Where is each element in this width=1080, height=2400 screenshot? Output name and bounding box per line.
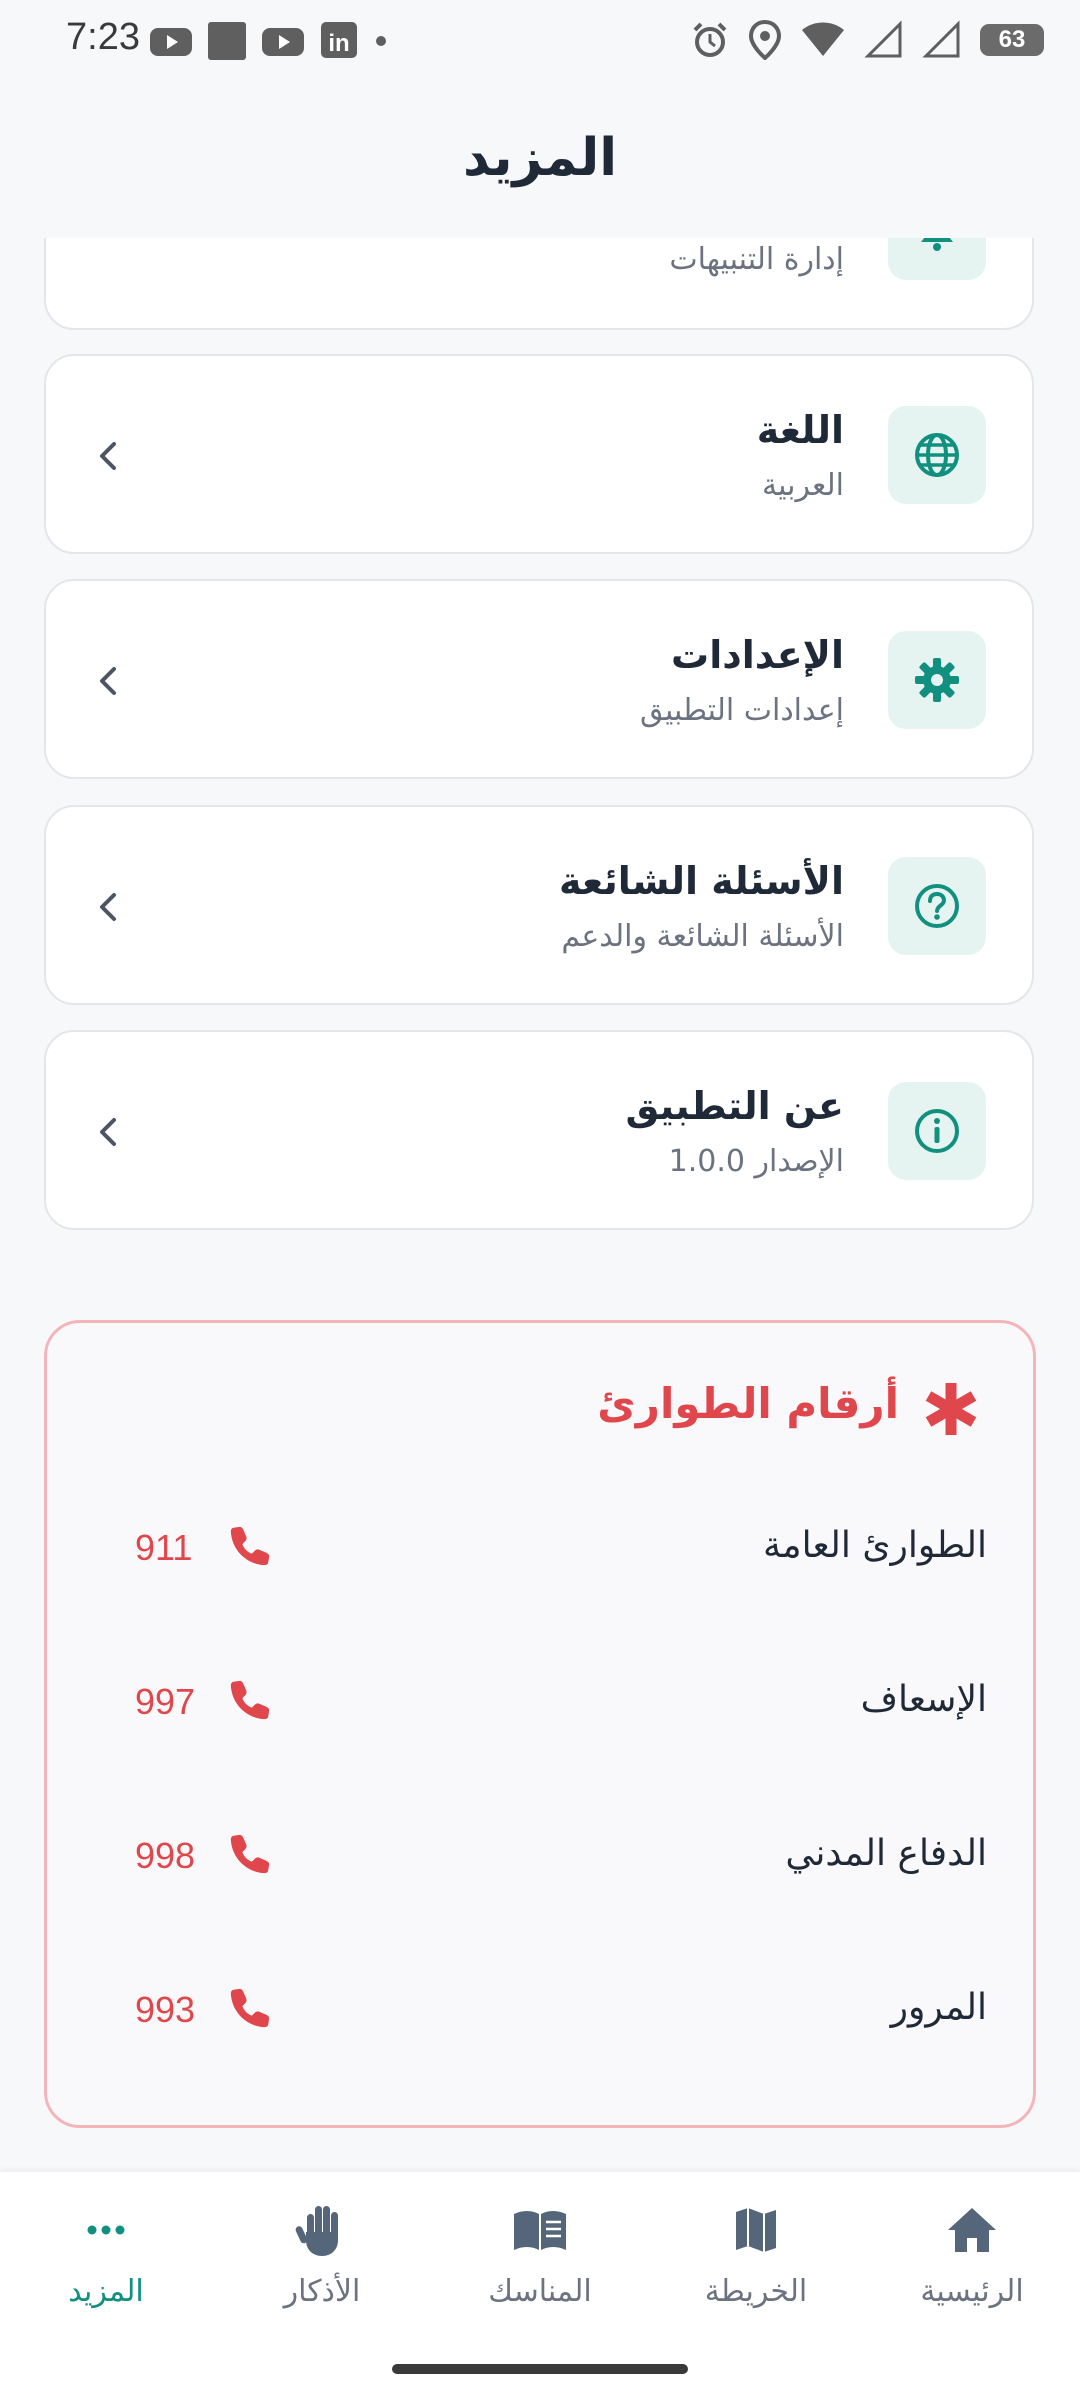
chevron-left-icon (100, 893, 116, 921)
emergency-contact-row[interactable]: المرور 993 (47, 1959, 1033, 2059)
nav-item-more[interactable]: المزيد (6, 2200, 206, 2330)
status-time: 7:23 (66, 16, 140, 58)
globe-icon (915, 433, 959, 477)
emergency-contact-number[interactable]: 993 (135, 1989, 195, 2031)
home-icon (948, 2208, 996, 2252)
phone-icon[interactable] (227, 1831, 273, 1877)
location-icon (748, 20, 782, 60)
nav-item-map[interactable]: الخريطة (656, 2200, 856, 2330)
chevron-left-icon (100, 667, 116, 695)
alarm-icon (693, 22, 727, 57)
dot-icon (376, 36, 386, 46)
square-notification-icon (208, 22, 246, 60)
emergency-contact-name: الإسعاف (860, 1679, 987, 1720)
nav-label: الخريطة (704, 2274, 808, 2309)
emergency-numbers-card: أرقام الطوارئ الطوارئ العامة 911 الإسعاف… (44, 1320, 1036, 2128)
asterisk-icon (925, 1383, 977, 1435)
emergency-contact-number[interactable]: 997 (135, 1681, 195, 1723)
menu-icon-box (888, 857, 986, 955)
nav-item-home[interactable]: الرئيسية (872, 2200, 1072, 2330)
emergency-contact-name: الدفاع المدني (785, 1833, 987, 1874)
map-icon (736, 2208, 776, 2252)
page-title: المزيد (462, 128, 618, 188)
emergency-contact-number[interactable]: 998 (135, 1835, 195, 1877)
menu-icon-box (888, 631, 986, 729)
menu-item-title: الأسئلة الشائعة (559, 859, 844, 903)
menu-item-title: الإعدادات (671, 633, 844, 677)
hand-icon (295, 2206, 338, 2256)
emergency-contact-row[interactable]: الإسعاف 997 (47, 1651, 1033, 1751)
nav-item-rituals[interactable]: المناسك (440, 2200, 640, 2330)
youtube-notification-icon (150, 28, 192, 56)
status-bar: 7:23 in 63 (0, 0, 1080, 82)
emergency-contact-name: الطوارئ العامة (763, 1525, 987, 1566)
menu-item-subtitle: الإصدار 1.0.0 (668, 1144, 844, 1179)
app-header: المزيد (0, 82, 1080, 238)
menu-item-subtitle: العربية (762, 468, 844, 503)
book-icon (514, 2211, 566, 2250)
phone-icon[interactable] (227, 1985, 273, 2031)
menu-item-faq[interactable]: الأسئلة الشائعة الأسئلة الشائعة والدعم (44, 805, 1034, 1005)
battery-indicator: 63 (980, 24, 1044, 56)
chevron-left-icon (100, 1118, 116, 1146)
menu-item-about[interactable]: عن التطبيق الإصدار 1.0.0 (44, 1030, 1034, 1230)
emergency-contact-row[interactable]: الطوارئ العامة 911 (47, 1497, 1033, 1597)
signal-icon (922, 20, 960, 58)
nav-label: المناسك (488, 2274, 592, 2309)
signal-icon (864, 20, 902, 58)
more-icon (87, 2225, 125, 2235)
emergency-contact-number[interactable]: 911 (135, 1527, 192, 1569)
menu-item-settings[interactable]: الإعدادات إعدادات التطبيق (44, 579, 1034, 779)
menu-item-subtitle: إعدادات التطبيق (639, 693, 844, 728)
menu-icon-box (888, 1082, 986, 1180)
help-circle-icon (915, 884, 959, 928)
linkedin-notification-icon: in (321, 22, 357, 58)
phone-icon[interactable] (227, 1523, 273, 1569)
chevron-left-icon (100, 442, 116, 470)
emergency-title: أرقام الطوارئ (597, 1379, 899, 1428)
emergency-contact-name: المرور (890, 1987, 987, 2028)
wifi-icon (802, 22, 844, 56)
svg-text:in: in (328, 30, 349, 57)
menu-item-subtitle: إدارة التنبيهات (669, 242, 844, 277)
menu-item-subtitle: الأسئلة الشائعة والدعم (561, 919, 844, 954)
nav-label: الرئيسية (920, 2274, 1024, 2309)
menu-item-title: اللغة (756, 408, 844, 452)
phone-icon[interactable] (227, 1677, 273, 1723)
menu-item-title: عن التطبيق (625, 1084, 844, 1128)
nav-label: الأذكار (283, 2274, 361, 2309)
menu-icon-box (888, 406, 986, 504)
home-indicator (392, 2364, 688, 2374)
menu-item-language[interactable]: اللغة العربية (44, 354, 1034, 554)
info-icon (915, 1109, 959, 1153)
gear-icon (915, 658, 959, 702)
youtube-notification-icon (262, 28, 304, 56)
nav-label: المزيد (68, 2274, 144, 2309)
nav-item-adhkar[interactable]: الأذكار (222, 2200, 422, 2330)
emergency-contact-row[interactable]: الدفاع المدني 998 (47, 1805, 1033, 1905)
